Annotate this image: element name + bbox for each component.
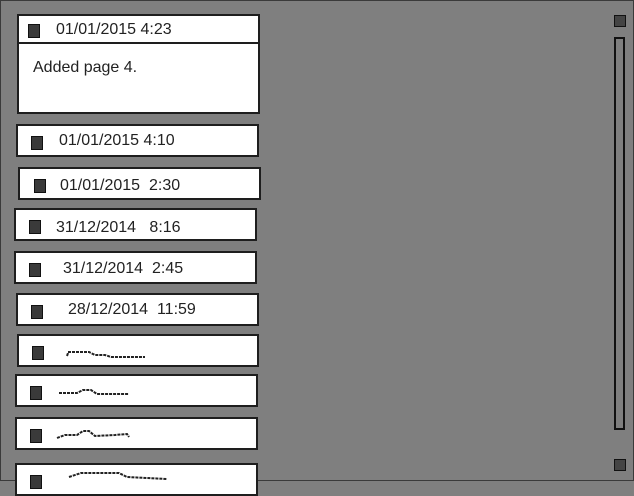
- square-bullet-icon: [29, 263, 41, 277]
- history-entry-timestamp: 31/12/2014 2:45: [63, 260, 184, 277]
- square-bullet-icon: [29, 220, 41, 234]
- history-entry-timestamp: 01/01/2015 4:10: [59, 132, 175, 149]
- history-entry-header[interactable]: 01/01/2015 4:23: [19, 16, 258, 44]
- square-bullet-icon: [28, 24, 40, 38]
- square-bullet-icon: [32, 346, 44, 360]
- square-bullet-icon: [34, 179, 46, 193]
- history-entry-timestamp: 01/01/2015 4:23: [56, 21, 172, 38]
- history-entry-expanded[interactable]: 01/01/2015 4:23 Added page 4.: [17, 14, 260, 114]
- history-entry[interactable]: 01/01/2015 2:30: [18, 167, 261, 200]
- scribbled-timestamp: [59, 389, 129, 395]
- history-entry-timestamp: 01/01/2015 2:30: [60, 177, 181, 194]
- history-entry-timestamp: 28/12/2014 11:59: [68, 301, 196, 318]
- square-bullet-icon: [30, 475, 42, 489]
- square-bullet-icon: [31, 305, 43, 319]
- history-entry[interactable]: 01/01/2015 4:10: [16, 124, 259, 157]
- square-bullet-icon: [30, 386, 42, 400]
- history-entry[interactable]: 28/12/2014 11:59: [16, 293, 259, 326]
- history-entry[interactable]: [17, 334, 259, 367]
- history-entry-timestamp: 31/12/2014 8:16: [56, 219, 181, 236]
- history-entry[interactable]: [15, 417, 258, 450]
- scrollbar-track[interactable]: [614, 37, 625, 430]
- scribbled-timestamp: [56, 430, 130, 439]
- history-entry[interactable]: 31/12/2014 8:16: [14, 208, 257, 241]
- square-bullet-icon: [30, 429, 42, 443]
- scroll-down-icon[interactable]: [614, 459, 626, 471]
- history-entry[interactable]: [15, 463, 258, 496]
- history-entry-detail: Added page 4.: [33, 59, 138, 76]
- history-entry[interactable]: [15, 374, 258, 407]
- square-bullet-icon: [31, 136, 43, 150]
- scroll-up-icon[interactable]: [614, 15, 626, 27]
- history-entry[interactable]: 31/12/2014 2:45: [14, 251, 257, 284]
- scribbled-timestamp: [66, 351, 145, 358]
